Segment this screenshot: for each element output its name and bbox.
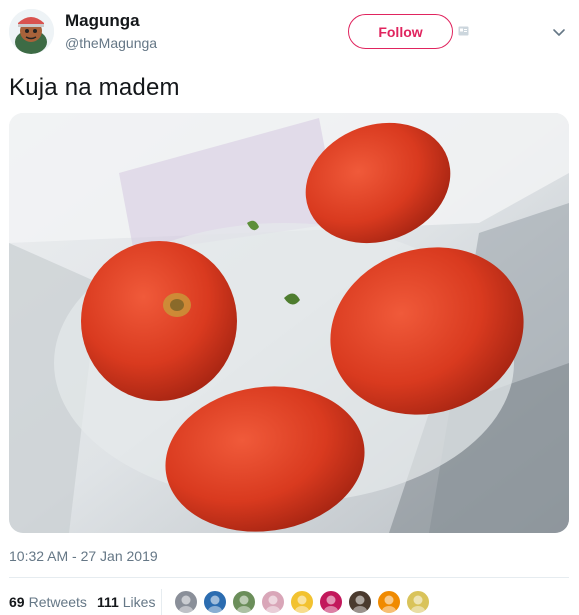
tomatoes-photo-image (9, 113, 569, 533)
user-card-icon (458, 26, 469, 36)
tweet-header: Magunga @theMagunga Follow (0, 0, 579, 68)
tweet-photo[interactable] (9, 113, 569, 533)
liker-avatar-icon[interactable] (173, 589, 199, 615)
chevron-down-icon[interactable] (552, 25, 566, 39)
liker-avatar-icon[interactable] (260, 589, 286, 615)
retweets-label: Retweets (28, 594, 87, 610)
liker-avatar-icon[interactable] (318, 589, 344, 615)
likes-count: 111 (96, 594, 119, 610)
liker-avatar-icon[interactable] (405, 589, 431, 615)
stats-vertical-divider (161, 589, 162, 615)
liker-avatar-icon[interactable] (202, 589, 228, 615)
author-handle[interactable]: @theMagunga (65, 35, 157, 51)
tweet-stats: 69 Retweets 111 Likes (9, 592, 165, 612)
follow-button[interactable]: Follow (348, 14, 453, 49)
tweet-text: Kuja na madem (9, 74, 180, 101)
liker-avatar-icon[interactable] (231, 589, 257, 615)
stats-divider (9, 577, 569, 578)
author-avatar[interactable] (9, 9, 54, 54)
cartoon-avatar-icon (9, 9, 54, 54)
tweet-timestamp[interactable]: 10:32 AM - 27 Jan 2019 (9, 548, 158, 564)
retweets-stat[interactable]: 69 Retweets (9, 594, 87, 610)
likes-label: Likes (122, 594, 156, 610)
liker-avatar-icon[interactable] (347, 589, 373, 615)
liker-avatar-icon[interactable] (376, 589, 402, 615)
author-display-name[interactable]: Magunga (65, 11, 140, 31)
likes-stat[interactable]: 111 Likes (97, 594, 156, 610)
liker-avatar-icon[interactable] (289, 589, 315, 615)
retweets-count: 69 (9, 594, 25, 610)
